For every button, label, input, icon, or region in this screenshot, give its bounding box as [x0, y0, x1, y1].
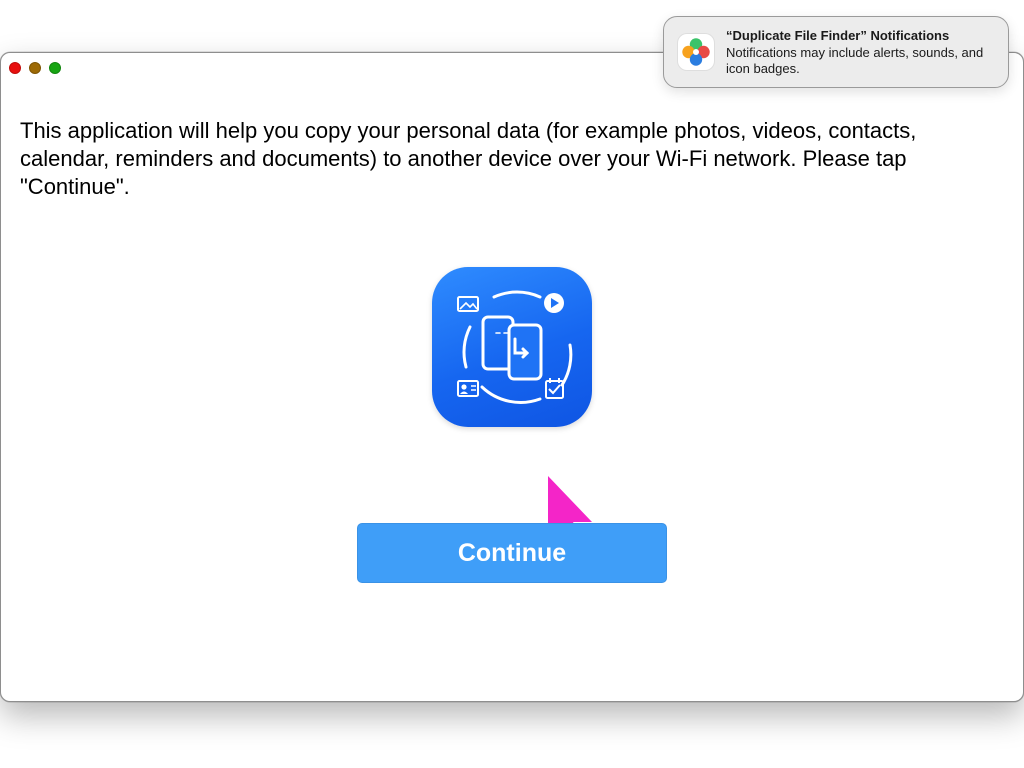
data-transfer-app-icon — [432, 267, 592, 427]
close-window-button[interactable] — [9, 62, 21, 74]
notification-body: Notifications may include alerts, sounds… — [726, 45, 984, 76]
instruction-text: This application will help you copy your… — [20, 118, 917, 199]
data-transfer-glyph-icon — [457, 290, 573, 404]
window-controls — [9, 62, 61, 74]
duplicate-file-finder-icon — [678, 34, 714, 70]
notification-banner[interactable]: “Duplicate File Finder” Notifications No… — [663, 16, 1009, 88]
zoom-window-button[interactable] — [49, 62, 61, 74]
notification-title: “Duplicate File Finder” Notifications — [726, 28, 950, 43]
continue-button[interactable]: Continue — [357, 523, 667, 583]
minimize-window-button[interactable] — [29, 62, 41, 74]
